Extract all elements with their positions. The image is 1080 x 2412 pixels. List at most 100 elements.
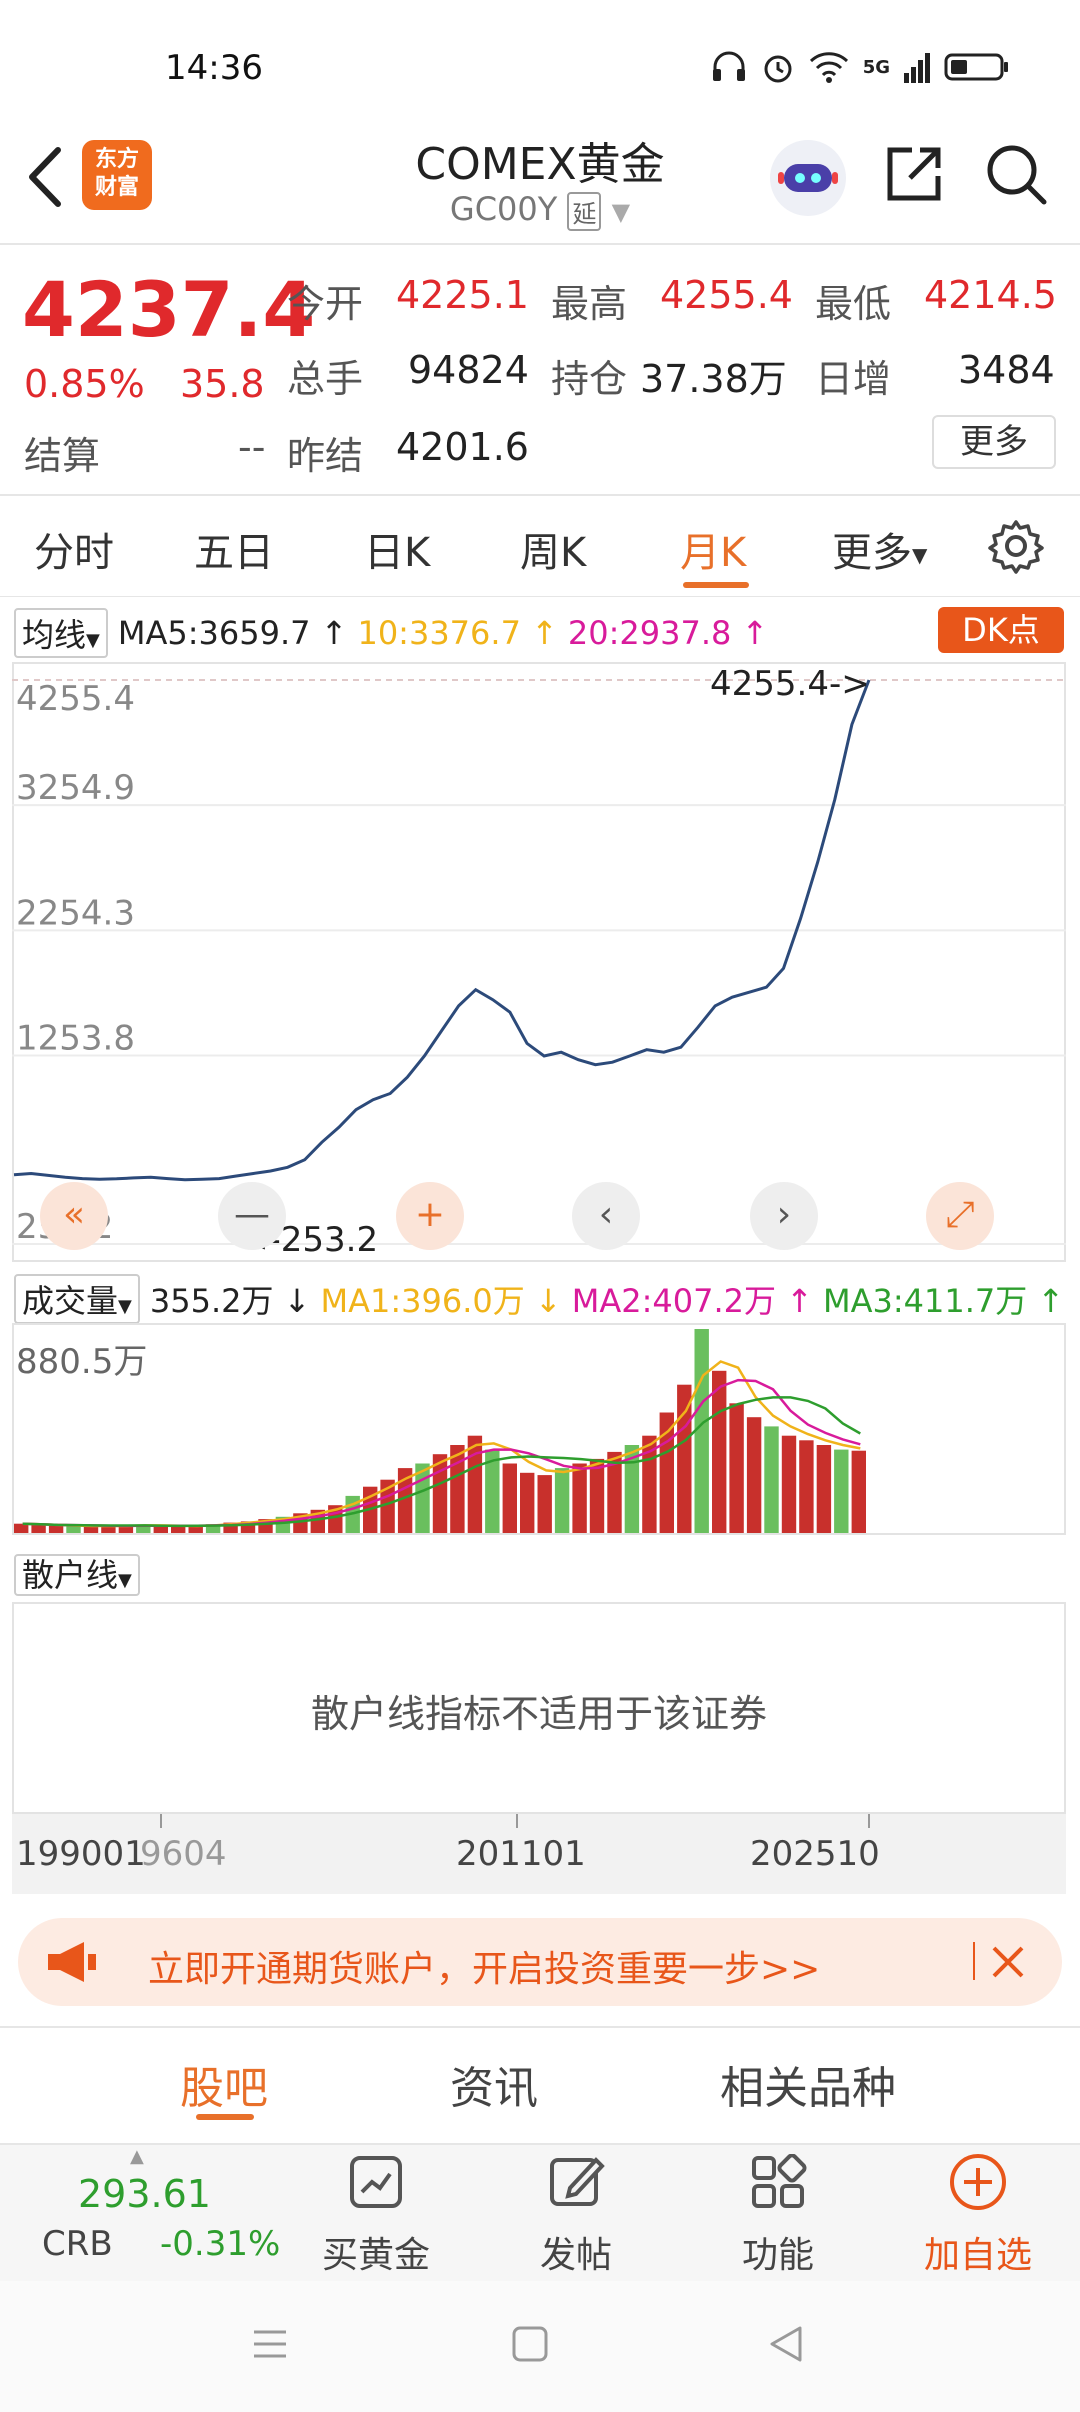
indicator-selector-label: 均线 — [22, 616, 87, 654]
back-nav-icon[interactable] — [766, 2324, 806, 2364]
x-tick-mark — [516, 1814, 518, 1828]
change-value: 35.8 — [180, 362, 265, 406]
settings-gear-icon[interactable] — [988, 518, 1044, 574]
vol-ma1-label: MA1:396.0万 — [320, 1282, 525, 1320]
volume-chart[interactable] — [12, 1323, 1066, 1535]
share-icon[interactable] — [882, 142, 946, 206]
indicator-selector[interactable]: 均线▼ — [14, 608, 108, 658]
zoom-in-button[interactable]: + — [396, 1182, 464, 1250]
tab-intraday[interactable]: 分时 — [34, 520, 114, 578]
crb-value[interactable]: 293.61 — [78, 2172, 211, 2216]
scroll-left-button[interactable]: ‹ — [572, 1182, 640, 1250]
search-icon[interactable] — [984, 142, 1050, 208]
active-tab-indicator — [683, 582, 749, 588]
caret-down-icon: ▼ — [86, 630, 100, 651]
volume-bar — [781, 1435, 797, 1533]
prev-settle-label: 昨结 — [287, 434, 364, 478]
settle-value: -- — [238, 425, 266, 469]
volume-current-label: 355.2万 — [149, 1282, 274, 1320]
max-annotation: 4255.4-> — [710, 664, 870, 704]
price-chart[interactable]: 4255.43254.92254.31253.8253.2 — [12, 662, 1066, 1262]
y-tick-label: 1253.8 — [16, 1018, 135, 1058]
tabs-divider — [0, 596, 1080, 597]
ma5-value: MA5:3659.7 ↑ — [118, 614, 348, 652]
vol-ma2-label: MA2:407.2万 — [571, 1282, 776, 1320]
ma20-value: 20:2937.8 ↑ — [568, 614, 768, 652]
vol-ma1: MA1:396.0万 ↓ — [320, 1276, 561, 1322]
ma10-label: 10:3376.7 — [357, 614, 521, 652]
code-text: GC00Y — [449, 190, 558, 228]
close-icon[interactable] — [988, 1942, 1028, 1982]
status-time: 14:36 — [165, 48, 263, 88]
functions-button[interactable]: 功能 — [698, 2226, 858, 2278]
volume-bar — [677, 1384, 692, 1533]
volume-bar — [834, 1449, 849, 1533]
wifi-icon — [809, 52, 848, 83]
retail-selector[interactable]: 散户线▼ — [14, 1550, 140, 1596]
headphones-icon — [712, 51, 745, 81]
volume-value: 94824 — [408, 348, 529, 392]
high-value: 4255.4 — [660, 273, 793, 317]
scroll-start-button[interactable]: « — [40, 1182, 108, 1250]
change-pct: 0.85% — [24, 362, 145, 406]
status-icons: 5G — [711, 50, 1010, 84]
oi-label: 持仓 — [551, 357, 628, 401]
volume-ma-row: 成交量▼ 355.2万 ↓ MA1:396.0万 ↓ MA2:407.2万 ↑ … — [14, 1274, 1064, 1324]
tab-five-day[interactable]: 五日 — [194, 520, 274, 578]
edit-icon[interactable] — [546, 2154, 606, 2210]
caret-down-icon: ▼ — [912, 543, 928, 567]
bottom-tab-indicator — [196, 2114, 254, 2120]
volume-selector[interactable]: 成交量▼ — [14, 1274, 140, 1324]
volume-current: 355.2万 ↓ — [150, 1276, 311, 1322]
more-quote-button[interactable]: 更多 — [932, 415, 1056, 469]
y-tick-label: 2254.3 — [16, 893, 135, 933]
robot-icon — [778, 164, 838, 192]
x-tick-mark — [160, 1814, 162, 1828]
volume-bar — [467, 1435, 483, 1533]
tab-related[interactable]: 相关品种 — [720, 2052, 896, 2116]
volume-bar — [799, 1440, 814, 1533]
promo-text[interactable]: 立即开通期货账户，开启投资重要一步>> — [148, 1940, 820, 1992]
banner-divider — [0, 2026, 1080, 2028]
volume-bar — [83, 1526, 99, 1533]
retail-selector-label: 散户线 — [22, 1556, 119, 1594]
assistant-avatar[interactable] — [770, 140, 846, 216]
caret-down-icon: ▼ — [118, 1296, 132, 1317]
daily-inc-label: 日增 — [815, 357, 892, 401]
tab-forum[interactable]: 股吧 — [180, 2052, 268, 2116]
signal-icon — [904, 53, 930, 83]
menu-icon[interactable] — [250, 2324, 290, 2364]
chart-doc-icon[interactable] — [346, 2154, 406, 2210]
tab-weekly-k[interactable]: 周K — [520, 520, 586, 578]
volume-bar — [153, 1526, 168, 1533]
volume-bar — [537, 1475, 552, 1533]
tab-news[interactable]: 资讯 — [450, 2052, 538, 2116]
volume-bar — [572, 1463, 587, 1533]
fullscreen-button[interactable]: ⤢ — [926, 1182, 994, 1250]
open-label: 今开 — [287, 282, 364, 326]
volume-max-label: 880.5万 — [16, 1342, 148, 1382]
vol-ma3: MA3:411.7万 ↑ — [823, 1276, 1064, 1322]
dk-point-button[interactable]: DK点 — [938, 607, 1064, 653]
add-watchlist-button[interactable]: 加自选 — [898, 2226, 1058, 2278]
add-circle-icon[interactable] — [948, 2152, 1008, 2212]
ma20-label: 20:2937.8 — [567, 614, 732, 652]
grid-apps-icon[interactable] — [748, 2154, 808, 2210]
tab-more[interactable]: 更多▼ — [832, 520, 927, 578]
tab-more-label: 更多 — [832, 530, 912, 576]
volume-label: 总手 — [287, 357, 364, 401]
arrow-down-icon: ↓ — [273, 1282, 311, 1320]
volume-bar — [816, 1445, 832, 1533]
crb-label: CRB — [42, 2224, 113, 2264]
zoom-out-button[interactable]: — — [218, 1182, 286, 1250]
tab-daily-k[interactable]: 日K — [364, 520, 430, 578]
y-tick-label: 4255.4 — [16, 679, 135, 719]
crb-change: -0.31% — [160, 2224, 281, 2264]
chevron-down-icon: ▼ — [611, 198, 631, 226]
post-button[interactable]: 发帖 — [496, 2226, 656, 2278]
scroll-right-button[interactable]: › — [750, 1182, 818, 1250]
buy-gold-button[interactable]: 买黄金 — [296, 2226, 456, 2278]
x-tick-label: 199001 — [16, 1834, 146, 1874]
tab-monthly-k[interactable]: 月K — [680, 520, 746, 578]
home-icon[interactable] — [510, 2324, 550, 2364]
